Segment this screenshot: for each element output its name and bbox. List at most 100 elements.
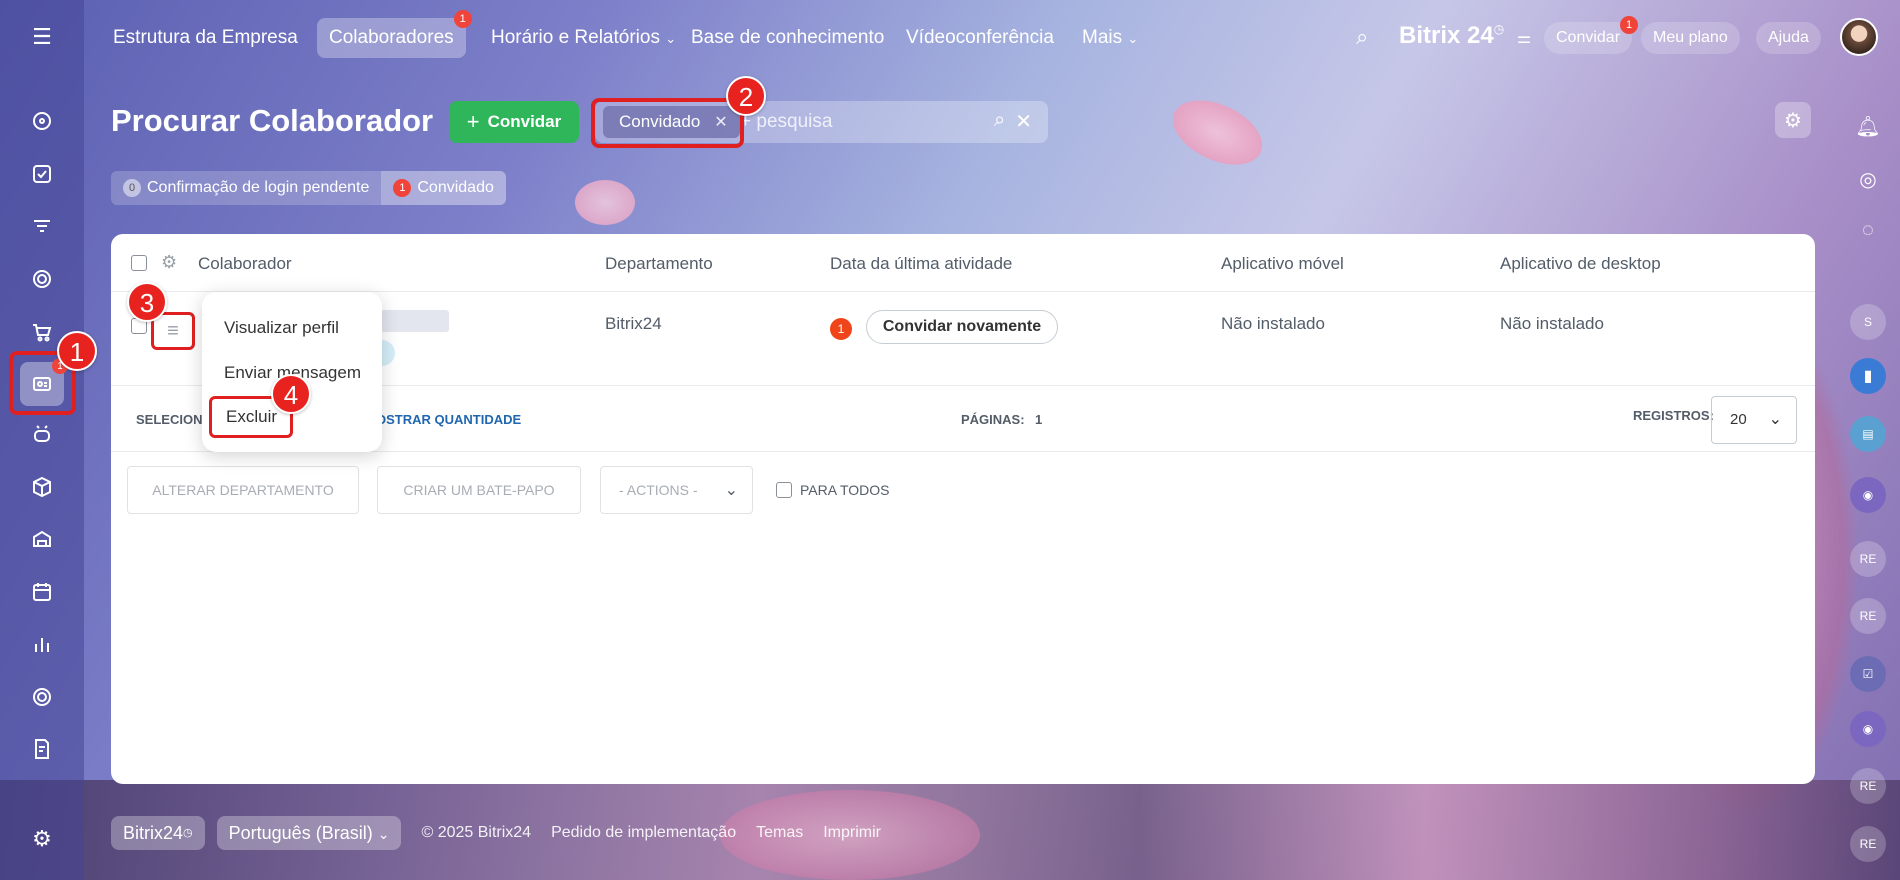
footer-link-themes[interactable]: Temas [756, 824, 803, 842]
nav-knowledge-base[interactable]: Base de conhecimento [679, 18, 896, 58]
settings-gear-icon[interactable]: ⚙ [25, 822, 59, 856]
rail-avatar[interactable]: RE [1850, 826, 1886, 862]
copilot-chat-icon[interactable]: ◉ [1850, 711, 1886, 747]
invite-top-badge: 1 [1620, 16, 1639, 34]
target-icon[interactable] [25, 262, 59, 296]
nav-employees-badge: 1 [453, 10, 472, 28]
selected-count-label: SELECIONA [136, 412, 212, 427]
chevron-down-icon: ⌄ [724, 482, 738, 499]
background-petal [575, 180, 635, 225]
column-employee[interactable]: Colaborador [198, 254, 292, 274]
user-avatar[interactable] [1840, 18, 1878, 56]
column-last-activity[interactable]: Data da última atividade [830, 254, 1012, 274]
help-button[interactable]: Ajuda [1756, 22, 1821, 54]
column-mobile-app[interactable]: Aplicativo móvel [1221, 254, 1344, 274]
warehouse-icon[interactable] [25, 522, 59, 556]
shop-cart-icon[interactable] [25, 315, 59, 349]
clear-icon[interactable]: ✕ [1015, 109, 1032, 134]
records-value: 20 [1730, 411, 1747, 428]
sites-icon[interactable] [25, 680, 59, 714]
copilot-rail-icon[interactable]: ◎ [1850, 161, 1886, 197]
rail-avatar[interactable]: RE [1850, 541, 1886, 577]
tab-count: 1 [393, 179, 412, 197]
bell-icon[interactable]: 🔔︎ [1850, 108, 1886, 144]
bookmark-icon[interactable]: ▮ [1850, 358, 1886, 394]
copyright-text: © 2025 Bitrix24 [421, 824, 532, 841]
records-per-page-select[interactable]: 20 ⌄ [1711, 396, 1797, 444]
row-mobile-app: Não instalado [1221, 314, 1325, 333]
tasks-icon[interactable] [25, 157, 59, 191]
nav-time-reports-label: Horário e Relatórios [491, 27, 660, 48]
nav-company-structure[interactable]: Estrutura da Empresa [101, 18, 310, 58]
nav-videoconference[interactable]: Vídeoconferência [894, 18, 1066, 58]
invite-button[interactable]: + Convidar [449, 101, 579, 143]
show-count-link[interactable]: OSTRAR QUANTIDADE [376, 412, 521, 427]
nav-more[interactable]: Mais ⌄ [1070, 18, 1150, 58]
copilot-icon[interactable] [25, 418, 59, 452]
change-department-button[interactable]: ALTERAR DEPARTAMENTO [127, 466, 359, 514]
page-footer: Bitrix24◷ Português (Brasil) ⌄ © 2025 Bi… [111, 815, 881, 851]
activity-badge: 1 [830, 318, 852, 340]
inventory-box-icon[interactable] [25, 470, 59, 504]
invite-top-label: Convidar [1556, 29, 1621, 46]
rail-avatar[interactable]: S [1850, 304, 1886, 340]
select-all-checkbox[interactable] [131, 255, 147, 271]
step-marker-2: 2 [726, 76, 766, 116]
feed-icon[interactable] [25, 104, 59, 138]
reinvite-button[interactable]: Convidar novamente [866, 310, 1058, 344]
search-icon[interactable]: ⌕ [1356, 24, 1368, 50]
my-plan-button[interactable]: Meu plano [1641, 22, 1740, 54]
chat-search-icon[interactable]: ◌ [1850, 212, 1886, 248]
search-input[interactable] [740, 107, 970, 137]
tab-invited[interactable]: 1 Convidado [381, 171, 506, 205]
row-desktop-app: Não instalado [1500, 314, 1604, 333]
analytics-icon[interactable] [25, 627, 59, 661]
clock-icon: ◷ [183, 827, 193, 839]
column-desktop-app[interactable]: Aplicativo de desktop [1500, 254, 1661, 274]
rail-avatar[interactable]: RE [1850, 768, 1886, 804]
chevron-down-icon: ⌄ [665, 31, 677, 46]
right-rail: 🔔︎ ◎ ◌ S ▮ ▤ ◉ RE RE ☑ ◉ RE RE [1836, 76, 1900, 880]
footer-brand-button[interactable]: Bitrix24◷ [111, 816, 205, 850]
language-selector[interactable]: Português (Brasil) ⌄ [216, 816, 402, 850]
for-all-label: PARA TODOS [800, 482, 890, 498]
crm-funnel-icon[interactable] [25, 210, 59, 244]
settings-gear-button[interactable]: ⚙ [1775, 102, 1811, 138]
counter-tabs: 0 Confirmação de login pendente 1 Convid… [111, 171, 506, 205]
step-marker-3: 3 [127, 282, 167, 322]
tab-label: Convidado [417, 179, 494, 196]
tab-label: Confirmação de login pendente [147, 179, 370, 196]
menu-item-view-profile[interactable]: Visualizar perfil [224, 318, 339, 338]
search-icon[interactable]: ⌕ [994, 109, 1005, 134]
sliders-icon[interactable]: ⚌ [1517, 30, 1531, 47]
column-department[interactable]: Departamento [605, 254, 713, 274]
invite-top-button[interactable]: Convidar 1 [1544, 16, 1639, 54]
brand-logo[interactable]: Bitrix 24◷ ⚌ [1399, 22, 1531, 50]
task-check-icon[interactable]: ☑ [1850, 656, 1886, 692]
documents-sign-icon[interactable] [25, 732, 59, 766]
chevron-down-icon: ⌄ [1768, 411, 1782, 428]
for-all-checkbox[interactable] [776, 482, 792, 498]
nav-time-reports[interactable]: Horário e Relatórios ⌄ [479, 18, 688, 58]
calendar-icon[interactable] [25, 575, 59, 609]
column-settings-gear-icon[interactable]: ⚙ [161, 252, 177, 273]
page-title: Procurar Colaborador [111, 103, 434, 138]
footer-link-print[interactable]: Imprimir [823, 824, 881, 842]
table-header: ⚙ Colaborador Departamento Data da últim… [111, 234, 1815, 292]
left-sidebar: ☰ 1 ⚙ [0, 0, 84, 880]
footer-link-implementation[interactable]: Pedido de implementação [551, 824, 736, 842]
chat-group-icon[interactable]: ▤ [1850, 416, 1886, 452]
actions-select[interactable]: - ACTIONS - ⌄ [600, 466, 753, 514]
nav-employees[interactable]: Colaboradores 1 [317, 10, 472, 58]
language-label: Português (Brasil) [228, 823, 373, 843]
create-chat-button[interactable]: CRIAR UM BATE-PAPO [377, 466, 581, 514]
rail-avatar[interactable]: RE [1850, 598, 1886, 634]
tab-login-pending[interactable]: 0 Confirmação de login pendente [111, 171, 382, 205]
for-all-option[interactable]: PARA TODOS [776, 482, 889, 498]
brand-name: Bitrix 24 [1399, 22, 1494, 49]
chevron-down-icon: ⌄ [1127, 31, 1139, 46]
copilot-chat-icon[interactable]: ◉ [1850, 477, 1886, 513]
hamburger-menu-icon[interactable]: ☰ [25, 20, 59, 54]
pages-value[interactable]: 1 [1035, 412, 1042, 427]
search-actions: ⌕ ✕ [994, 109, 1032, 134]
